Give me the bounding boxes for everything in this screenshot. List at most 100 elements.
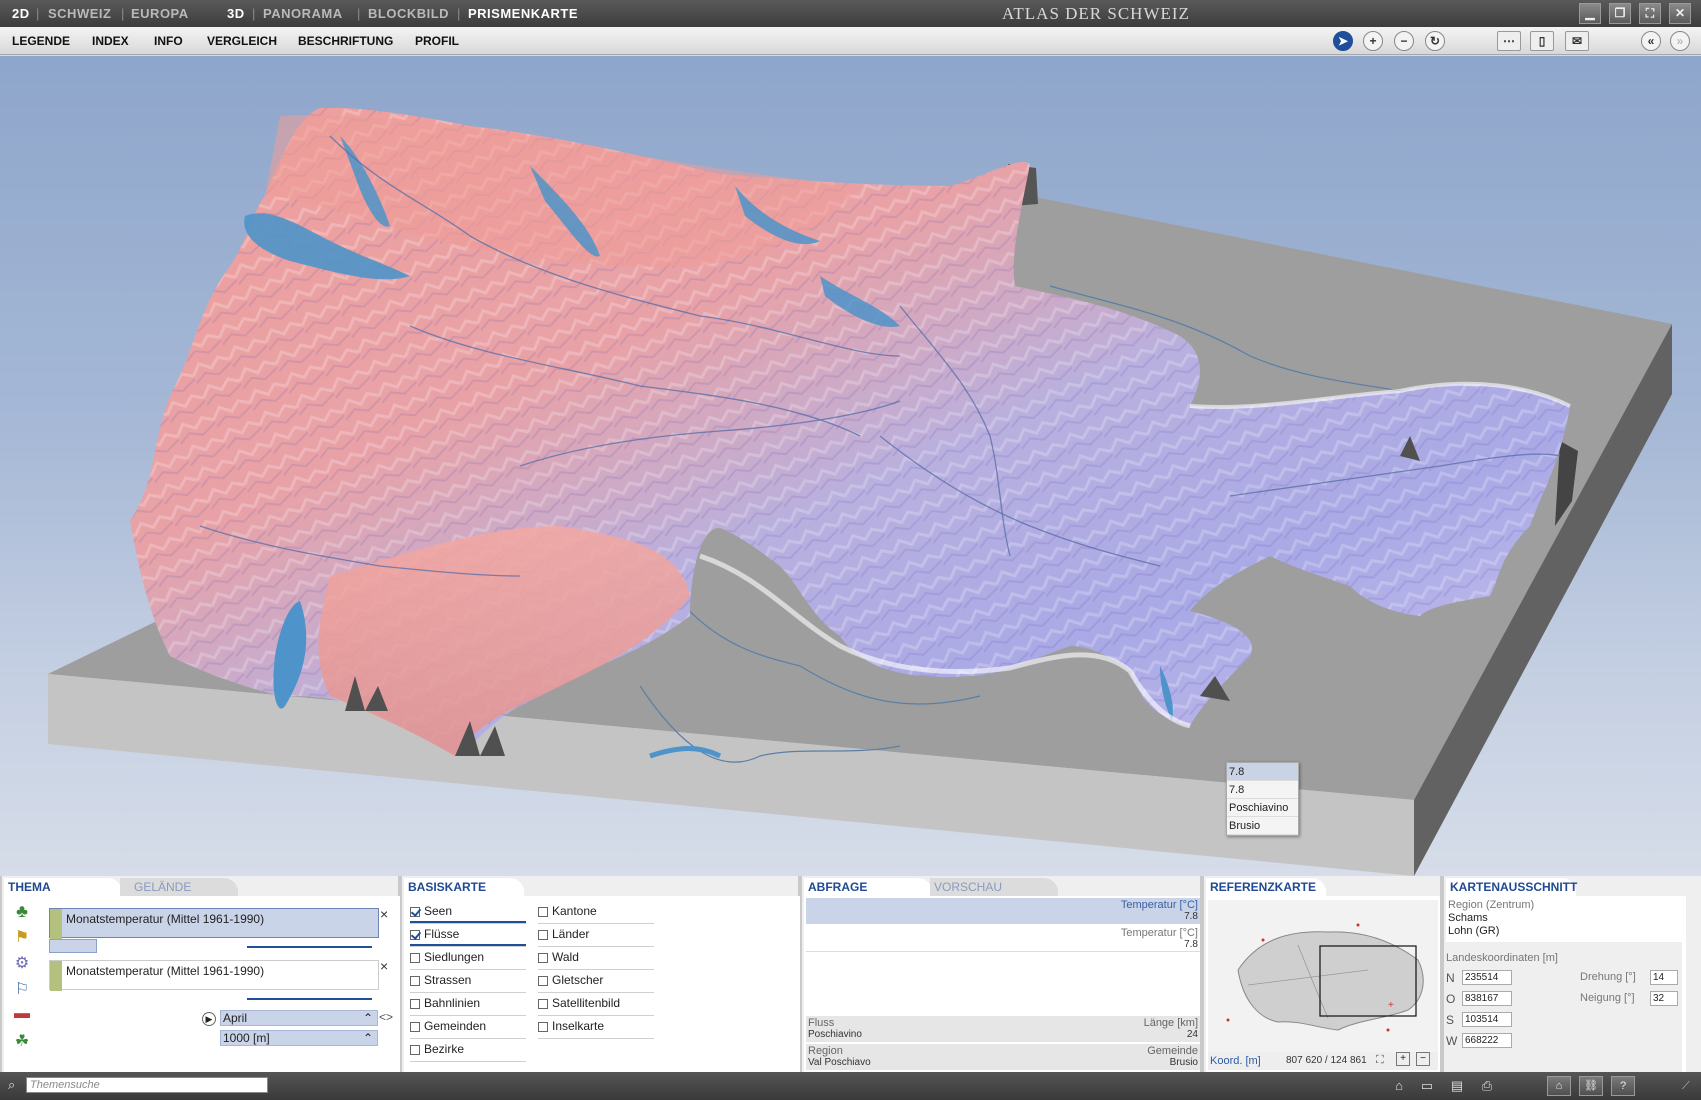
envelope-icon[interactable]: ✉ [1565, 31, 1589, 51]
transport-train-icon[interactable]: ▬ [8, 1005, 36, 1031]
search-input[interactable]: Themensuche [26, 1077, 268, 1093]
seen-opacity-slider[interactable] [410, 921, 526, 923]
arrows-icon[interactable]: <> [379, 1010, 393, 1024]
region-center-label: Region (Zentrum) [1448, 899, 1535, 911]
region-value: Val Poschiavo [808, 1057, 871, 1068]
zoom-in-icon[interactable]: + [1363, 31, 1383, 51]
society-icon[interactable]: ⚑ [8, 927, 36, 953]
drehung-field[interactable]: 14 [1650, 970, 1678, 985]
tab-gelaende[interactable]: GELÄNDE [120, 878, 238, 896]
politics-flag-icon[interactable]: ⚐ [8, 979, 36, 1005]
fluesse-opacity-slider[interactable] [410, 944, 526, 946]
reference-minimap[interactable]: + [1208, 900, 1438, 1052]
month-select[interactable]: April ⌃ [220, 1010, 378, 1026]
menu-profil[interactable]: PROFIL [415, 34, 459, 48]
mode-europa[interactable]: EUROPA [131, 6, 189, 21]
menu-legende[interactable]: LEGENDE [12, 34, 70, 48]
zoom-in-icon[interactable]: + [1396, 1052, 1410, 1066]
comment-icon[interactable]: ▭ [1418, 1078, 1436, 1094]
coord-s-field[interactable]: 103514 [1462, 1012, 1512, 1027]
checkbox-icon [410, 998, 420, 1009]
checkbox-icon [410, 975, 420, 986]
minimize-button[interactable]: ▁ [1579, 3, 1601, 24]
height-select[interactable]: 1000 [m] ⌃ [220, 1030, 378, 1046]
basis-item-wald[interactable]: Wald [538, 950, 654, 970]
query-tooltip: 7.8 7.8 Poschiavino Brusio [1226, 762, 1299, 836]
mode-panorama[interactable]: PANORAMA [263, 6, 343, 21]
thema-layer-2[interactable]: Monatstemperatur (Mittel 1961-1990) [49, 960, 379, 991]
fluss-value: Poschiavino [808, 1029, 862, 1040]
pointer-tool-icon[interactable]: ➤ [1333, 31, 1353, 51]
maximize-icon[interactable]: ⛶ [1639, 3, 1661, 24]
restore-icon[interactable]: ❐ [1609, 3, 1631, 24]
laenge-label: Länge [km] [1143, 1017, 1198, 1029]
mode-2d[interactable]: 2D [12, 6, 30, 21]
menu-beschriftung[interactable]: BESCHRIFTUNG [298, 34, 393, 48]
basis-item-laender[interactable]: Länder [538, 927, 654, 947]
mode-schweiz[interactable]: SCHWEIZ [48, 6, 111, 21]
basis-item-kantone[interactable]: Kantone [538, 904, 654, 924]
collapse-left-icon[interactable]: « [1641, 31, 1661, 51]
help-button[interactable]: ? [1611, 1076, 1635, 1096]
coord-w-field[interactable]: 668222 [1462, 1033, 1512, 1048]
nature-tree-icon[interactable]: ♣ [8, 901, 36, 927]
resize-grip-icon[interactable]: ⟋ [1682, 1080, 1690, 1093]
fullscreen-icon[interactable]: ⛶ [1376, 1054, 1384, 1067]
tab-thema[interactable]: THEMA [4, 878, 122, 896]
mode-blockbild[interactable]: BLOCKBILD [368, 6, 449, 21]
layer-1-opacity-slider[interactable] [247, 940, 372, 948]
coord-o-field[interactable]: 838167 [1462, 991, 1512, 1006]
layer-1-close-icon[interactable]: × [380, 906, 388, 922]
print-icon[interactable]: ▤ [1448, 1078, 1466, 1094]
coord-n-field[interactable]: 235514 [1462, 970, 1512, 985]
map-3d-viewport[interactable]: 7.8 7.8 Poschiavino Brusio [0, 56, 1701, 876]
export-icon[interactable]: ⎙ [1478, 1078, 1496, 1094]
menu-info[interactable]: INFO [154, 34, 183, 48]
menu-index[interactable]: INDEX [92, 34, 129, 48]
close-icon[interactable]: ✕ [1669, 3, 1691, 24]
basis-item-strassen[interactable]: Strassen [410, 973, 526, 993]
coord-s-label: S [1446, 1013, 1455, 1027]
bottom-panels: THEMA GELÄNDE ♣ ⚑ ⚙ ⚐ ▬ ☘ Monatstemperat… [0, 876, 1701, 1072]
tab-abfrage[interactable]: ABFRAGE [804, 878, 932, 896]
separator: | [357, 6, 361, 21]
mode-prismenkarte[interactable]: PRISMENKARTE [468, 6, 578, 21]
menu-vergleich[interactable]: VERGLEICH [207, 34, 277, 48]
rotate-icon[interactable]: ↻ [1425, 31, 1445, 51]
gemeinde-value: Brusio [1169, 1057, 1198, 1068]
tooltip-value: 7.8 [1227, 781, 1298, 799]
month-select-value: April [223, 1011, 248, 1025]
collapse-right-icon[interactable]: » [1670, 31, 1690, 51]
layer-color-swatch [50, 909, 62, 939]
basis-item-satellitenbild[interactable]: Satellitenbild [538, 996, 654, 1016]
basiskarte-panel: BASISKARTE Seen Flüsse Siedlungen Strass… [400, 876, 800, 1072]
zoom-out-icon[interactable]: − [1394, 31, 1414, 51]
fluss-label: Fluss [808, 1017, 835, 1029]
thema-layer-1[interactable]: Monatstemperatur (Mittel 1961-1990) [49, 908, 379, 939]
economy-gear-icon[interactable]: ⚙ [8, 953, 36, 979]
app-window: 2D | SCHWEIZ | EUROPA 3D | PANORAMA | BL… [0, 0, 1701, 1100]
basis-item-siedlungen[interactable]: Siedlungen [410, 950, 526, 970]
environment-icon[interactable]: ☘ [8, 1031, 36, 1057]
basis-item-gletscher[interactable]: Gletscher [538, 973, 654, 993]
separator: | [252, 6, 256, 21]
layer-style-toggle[interactable] [49, 939, 97, 953]
basis-item-gemeinden[interactable]: Gemeinden [410, 1019, 526, 1039]
play-icon[interactable]: ▶ [202, 1012, 216, 1026]
title-bar: 2D | SCHWEIZ | EUROPA 3D | PANORAMA | BL… [0, 0, 1701, 27]
basis-item-inselkarte[interactable]: Inselkarte [538, 1019, 654, 1039]
zoom-out-icon[interactable]: − [1416, 1052, 1430, 1066]
region-label: Region [808, 1045, 843, 1057]
link-button[interactable]: ⛓ [1579, 1076, 1603, 1096]
split-horizontal-icon[interactable]: ⋯ [1497, 31, 1521, 51]
layer-2-close-icon[interactable]: × [380, 958, 388, 974]
tab-vorschau[interactable]: VORSCHAU [930, 878, 1058, 896]
split-vertical-icon[interactable]: ▯ [1530, 31, 1554, 51]
layer-2-opacity-slider[interactable] [247, 994, 372, 1000]
home-button[interactable]: ⌂ [1547, 1076, 1571, 1096]
neigung-field[interactable]: 32 [1650, 991, 1678, 1006]
folder-icon[interactable]: ⌂ [1390, 1078, 1408, 1094]
mode-3d[interactable]: 3D [227, 6, 245, 21]
basis-item-bezirke[interactable]: Bezirke [410, 1042, 526, 1062]
basis-item-bahnlinien[interactable]: Bahnlinien [410, 996, 526, 1016]
